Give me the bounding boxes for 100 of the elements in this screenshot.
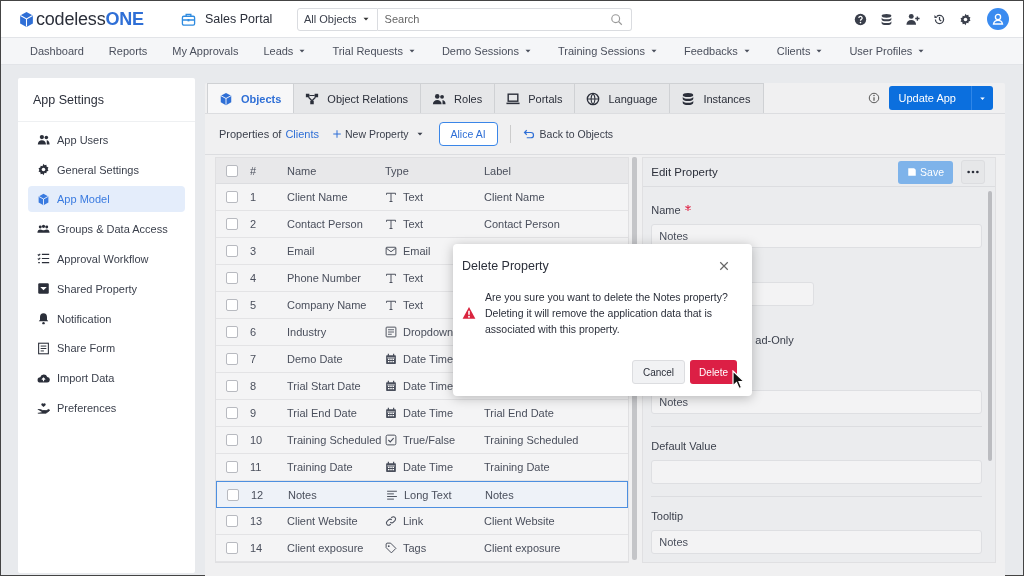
sidebar-item[interactable]: Share Form [28,335,185,362]
search-field[interactable]: Search [377,7,632,31]
nav-menu-item[interactable]: Leads [263,45,308,57]
row-checkbox[interactable] [226,515,238,527]
table-cell-text: Phone Number [287,272,362,284]
row-checkbox[interactable] [226,272,238,284]
table-row[interactable]: 12 Notes Long Text Notes [216,481,629,508]
tab[interactable]: Portals [494,83,576,113]
header-checkbox[interactable] [226,164,238,177]
tab[interactable]: Roles [420,83,496,113]
delete-button[interactable]: Delete [690,360,737,384]
nav-menu-item[interactable]: Dashboard [30,45,84,57]
row-checkbox[interactable] [226,245,238,257]
calendar-icon [385,461,397,473]
table-row[interactable]: 9 Trial End Date Date Time Trial End Date [216,400,629,427]
checkbox-label: ad-Only [755,333,794,348]
help-icon[interactable] [854,12,867,26]
table-row[interactable]: 2 Contact Person Text Contact Person [216,211,629,238]
sidebar-item[interactable]: Groups & Data Access [28,216,185,243]
sidebar-item[interactable]: Notification [28,305,185,332]
info-icon[interactable] [867,92,880,104]
calendar-icon [385,407,397,419]
nav-menu-item[interactable]: Training Sessions [557,45,659,57]
object-filter-dropdown[interactable]: All Objects [297,7,378,31]
table-row[interactable]: 10 Training Scheduled True/False Training Scheduled [216,427,629,454]
toolbar-label: Properties of [219,128,282,140]
table-cell-text: Training Scheduled [287,434,383,446]
scrollbar[interactable] [988,191,992,461]
table-cell: Text [403,218,424,230]
sidebar-item[interactable]: Approval Workflow [28,246,185,272]
alice-ai-button[interactable]: Alice AI [438,122,498,146]
search-input[interactable]: Search [384,13,610,25]
pointer-icon [732,370,746,390]
row-checkbox[interactable] [226,191,238,203]
table-cell-text: Client Name [484,191,546,203]
nav-menu-item[interactable]: Trial Requests [332,45,417,57]
nav-menu-item[interactable]: Clients [776,45,825,57]
table-cell-text: 1 [250,191,258,203]
table-cell: Date Time [403,407,454,419]
new-property-button[interactable]: New Property [332,128,425,140]
row-checkbox[interactable] [226,380,238,392]
field-label: Tooltip [651,510,684,522]
bell-icon [37,312,50,326]
row-checkbox[interactable] [227,488,239,501]
table-cell-text: Company Name [287,299,368,311]
nav-menu-item[interactable]: Feedbacks [683,45,752,57]
close-icon[interactable] [718,260,730,272]
row-checkbox[interactable] [226,461,238,473]
input-field[interactable]: Notes [651,530,982,554]
sidebar-item[interactable]: Shared Property [28,275,185,302]
input-field[interactable]: Notes [651,390,982,414]
nav-menu-item[interactable]: My Approvals [172,45,239,57]
sidebar-item[interactable]: Preferences [28,394,185,421]
row-checkbox[interactable] [226,299,238,311]
table-cell-text: 9 [250,407,258,419]
back-button[interactable]: Back to Objects [522,128,614,140]
settings-icon[interactable] [959,12,972,26]
inbox-icon [37,282,50,296]
tab[interactable]: Language [574,83,671,113]
sidebar-item[interactable]: App Users [28,126,185,153]
table-cell: Text [403,299,424,311]
sidebar-item[interactable]: App Model [28,186,185,213]
text-icon [385,191,397,203]
row-checkbox[interactable] [226,407,238,419]
sidebar-item[interactable]: Import Data [28,365,185,392]
history-icon[interactable] [933,12,946,26]
row-checkbox[interactable] [226,434,238,446]
add-user-icon[interactable] [906,12,920,26]
object-link[interactable]: Clients [285,128,319,140]
row-checkbox[interactable] [226,353,238,365]
search-icon [610,12,623,26]
table-row[interactable]: 13 Client Website Link Client Website [216,508,629,535]
row-checkbox[interactable] [226,218,238,230]
nav-menu-item[interactable]: Reports [108,45,148,57]
avatar[interactable] [987,8,1009,30]
tab[interactable]: Instances [669,83,764,113]
table-cell-text: 14 [250,542,264,554]
sidebar-item[interactable]: General Settings [28,156,185,183]
users-icon [37,133,50,147]
update-app-button[interactable]: Update App [888,86,993,110]
tab[interactable]: Object Relations [293,83,422,113]
tag-icon [385,542,397,554]
row-checkbox[interactable] [226,542,238,554]
row-checkbox[interactable] [226,326,238,338]
table-cell-text: Client Website [484,515,556,527]
plus-icon [332,129,342,139]
nav-menu-item[interactable]: Demo Sessions [441,45,533,57]
table-row[interactable]: 14 Client exposure Tags Client exposure [216,535,629,562]
envelope-icon [385,245,397,257]
table-row[interactable]: 1 Client Name Text Client Name [216,184,629,211]
tab[interactable]: Objects [207,83,295,113]
input-field[interactable]: Notes [651,224,982,248]
nav-menu-item[interactable]: User Profiles [849,45,927,57]
cancel-button[interactable]: Cancel [631,360,686,384]
table-cell-text: 3 [250,245,258,257]
nodes-icon [305,91,320,106]
more-button[interactable] [961,160,985,184]
table-cell-text: Training Date [287,461,354,473]
lines-icon [386,488,398,501]
database-icon[interactable] [880,12,893,26]
